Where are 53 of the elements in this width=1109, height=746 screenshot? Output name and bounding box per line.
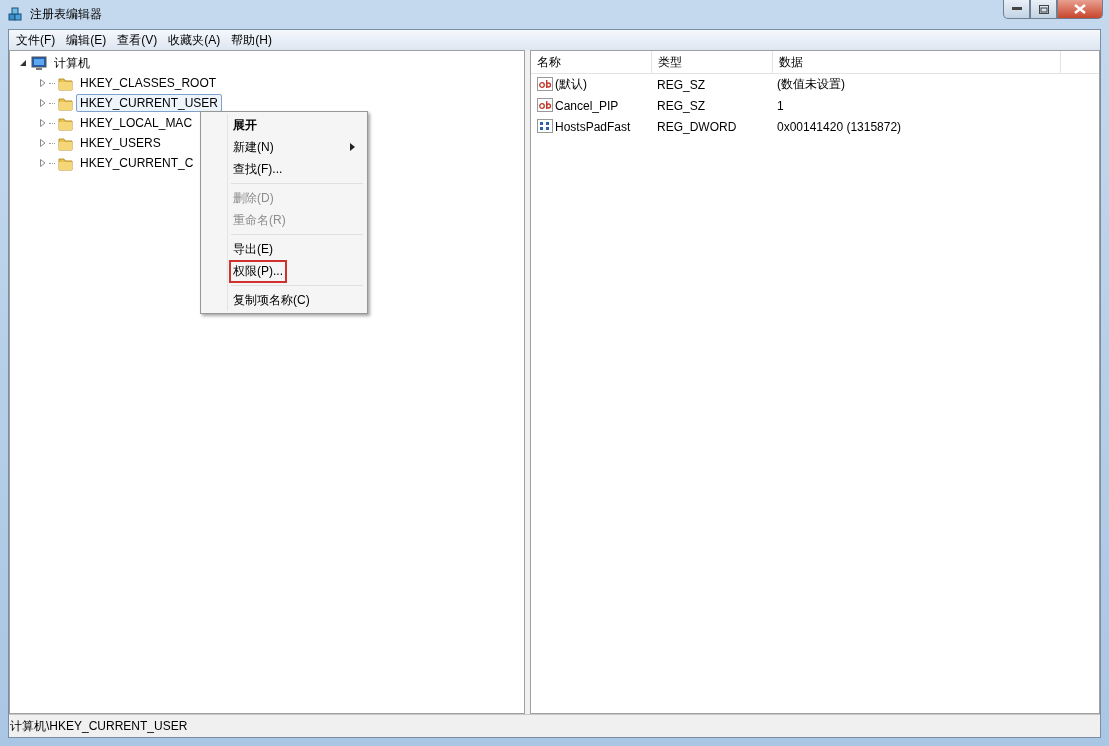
menu-item[interactable]: 帮助(H)	[226, 31, 278, 49]
context-menu-item[interactable]: 导出(E)	[203, 238, 365, 260]
value-data: (数值未设置)	[776, 76, 846, 93]
menu-item[interactable]: 文件(F)	[11, 31, 62, 49]
expand-arrow-icon[interactable]	[40, 139, 46, 147]
close-icon	[1074, 4, 1086, 14]
maximize-button[interactable]	[1030, 0, 1057, 19]
menu-item[interactable]: 查看(V)	[112, 31, 164, 49]
minimize-button[interactable]	[1003, 0, 1030, 19]
context-menu-item[interactable]: 新建(N)	[203, 136, 365, 158]
value-type: REG_SZ	[656, 98, 706, 113]
value-type: REG_SZ	[656, 77, 706, 92]
expand-arrow-icon[interactable]	[40, 99, 46, 107]
folder-icon	[58, 115, 73, 131]
context-menu-item[interactable]: 查找(F)...	[203, 158, 365, 180]
window-title: 注册表编辑器	[30, 5, 102, 23]
expander-icon[interactable]	[20, 59, 28, 67]
status-path: 计算机\HKEY_CURRENT_USER	[10, 717, 188, 735]
folder-icon	[58, 95, 73, 111]
folder-icon	[58, 135, 73, 151]
value-data: 1	[776, 98, 785, 113]
folder-icon	[58, 75, 73, 91]
menu-item[interactable]: 收藏夹(A)	[163, 31, 227, 49]
tree-item[interactable]: HKEY_LOCAL_MAC	[76, 114, 197, 132]
binary-value-icon	[537, 119, 553, 134]
string-value-icon	[537, 98, 553, 113]
tree-item[interactable]: HKEY_CURRENT_USER	[76, 94, 223, 112]
minimize-icon	[1011, 7, 1022, 11]
string-value-icon	[537, 77, 553, 92]
value-name: HostsPadFast	[555, 119, 631, 134]
context-menu-item[interactable]: 展开	[203, 114, 365, 136]
computer-icon	[31, 55, 47, 71]
maximize-icon	[1038, 4, 1049, 14]
value-data: 0x00141420 (1315872)	[776, 119, 903, 134]
menu-item[interactable]: 编辑(E)	[61, 31, 113, 49]
context-menu-item[interactable]: 复制项名称(C)	[203, 289, 365, 311]
value-type: REG_DWORD	[656, 119, 738, 134]
close-button[interactable]	[1057, 0, 1103, 19]
value-name: Cancel_PIP	[555, 98, 619, 113]
value-name: (默认)	[555, 76, 587, 93]
tree-item[interactable]: HKEY_CURRENT_C	[76, 154, 198, 172]
expand-arrow-icon[interactable]	[40, 159, 46, 167]
expand-arrow-icon[interactable]	[40, 119, 46, 127]
expand-arrow-icon[interactable]	[40, 79, 46, 87]
tree-item[interactable]: HKEY_CLASSES_ROOT	[76, 74, 221, 92]
column-header[interactable]: 数据	[773, 51, 1061, 73]
tree-item[interactable]: HKEY_USERS	[76, 134, 165, 152]
tree-item[interactable]: 计算机	[50, 52, 94, 74]
folder-icon	[58, 155, 73, 171]
registry-cubes-icon	[7, 5, 25, 23]
column-header[interactable]: 类型	[652, 51, 773, 73]
context-menu-item[interactable]: 权限(P)...	[203, 260, 365, 282]
column-header[interactable]: 名称	[531, 51, 652, 73]
